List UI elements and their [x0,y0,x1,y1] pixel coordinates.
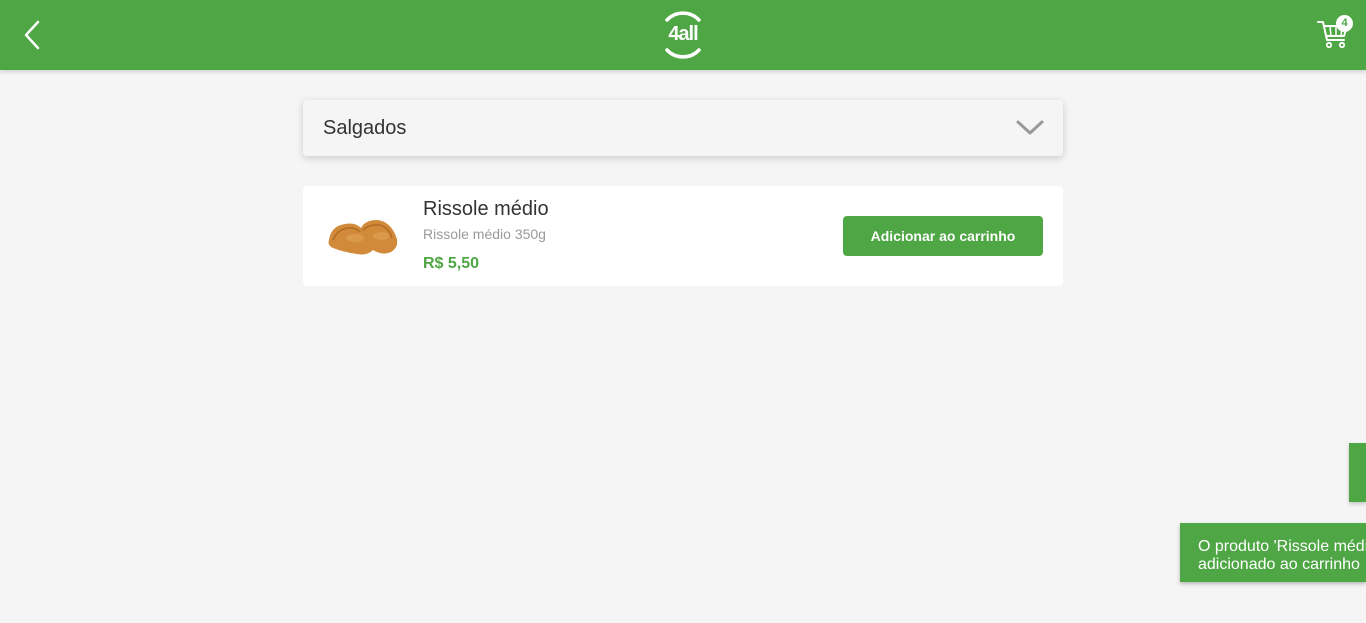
product-card: Rissole médio Rissole médio 350g R$ 5,50… [303,186,1063,286]
cart-button[interactable]: 4 [1316,15,1356,52]
logo-text: 4all [668,23,698,45]
cart-count-badge: 4 [1336,15,1353,32]
product-name: Rissole médio [423,198,549,220]
toast-notification: O produto 'Rissole médio' adicionado ao … [1180,523,1366,582]
toast-message: O produto 'Rissole médio' adicionado ao … [1198,538,1366,574]
product-price: R$ 5,50 [423,255,480,272]
add-to-cart-button[interactable]: Adicionar ao carrinho [843,216,1043,256]
product-image [328,220,398,255]
top-bar: 4all 4 [0,0,1366,70]
brand-logo[interactable]: 4all [658,8,708,62]
side-tab[interactable] [1349,443,1366,502]
category-label: Salgados [323,117,407,139]
category-dropdown[interactable]: Salgados [303,100,1063,156]
toast-line-2: adicionado ao carrinho [1198,556,1360,573]
chevron-left-icon [24,20,40,50]
toast-line-1: O produto 'Rissole médio' [1198,538,1366,555]
product-description: Rissole médio 350g [423,226,546,242]
back-button[interactable] [14,15,50,55]
chevron-down-icon [1016,120,1044,135]
